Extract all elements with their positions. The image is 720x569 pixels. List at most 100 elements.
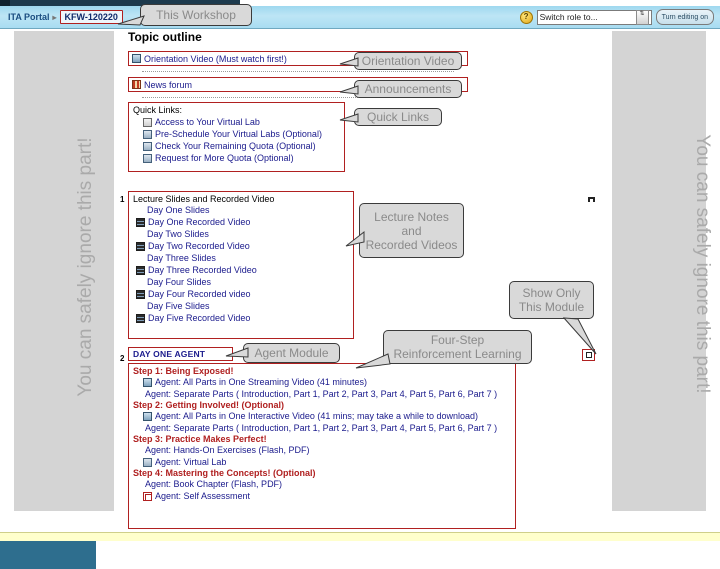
quick-link-label[interactable]: Pre-Schedule Your Virtual Labs (Optional… [155,128,322,140]
step-item[interactable]: Agent: Separate Parts ( Introduction, Pa… [133,422,515,434]
lecture-item-label[interactable]: Day One Slides [147,204,210,216]
section-2-heading-box: DAY ONE AGENT [128,347,233,361]
callout-four-step: Four-Step Reinforcement Learning [383,330,532,364]
callout-tail-quick-links [338,112,360,126]
lecture-item-label[interactable]: Day Five Slides [147,300,210,312]
callout-tail-this-workshop [106,14,146,28]
step-item[interactable]: Agent: Book Chapter (Flash, PDF) [133,478,515,490]
callout-announcements: Announcements [354,80,462,98]
step-item[interactable]: Agent: Separate Parts ( Introduction, Pa… [133,388,515,400]
step-item-label[interactable]: Agent: Separate Parts ( Introduction, Pa… [145,422,497,434]
step-item[interactable]: Agent: Virtual Lab [133,456,515,468]
step-item[interactable]: Agent: Self Assessment [133,490,515,502]
step-item-label[interactable]: Agent: Virtual Lab [155,456,226,468]
lecture-item-label[interactable]: Day Four Slides [147,276,211,288]
lecture-item[interactable]: Day Five Slides [133,300,353,312]
step-item-label[interactable]: Agent: Book Chapter (Flash, PDF) [145,478,282,490]
quick-link-label[interactable]: Request for More Quota (Optional) [155,152,294,164]
left-sidebar-region: You can safely ignore this part! [14,31,114,511]
callout-tail-show-only-module [560,316,600,358]
virtual-lab-icon [143,457,152,467]
callout-lecture-notes-line1: Lecture Notes [374,209,449,224]
lecture-item[interactable]: Day Two Recorded Video [133,240,353,252]
lecture-item-label[interactable]: Day Three Slides [147,252,216,264]
lecture-item-label[interactable]: Day Two Slides [147,228,209,240]
right-sidebar-region: You can safely ignore this part! [612,31,713,511]
lecture-item[interactable]: Day One Slides [133,204,353,216]
step-title: Step 2: Getting Involved! (Optional) [133,400,285,410]
lecture-item[interactable]: Day Four Slides [133,276,353,288]
switch-role-select[interactable]: Switch role to... ⇅ [536,9,652,25]
step-title: Step 4: Mastering the Concepts! (Optiona… [133,468,316,478]
step-item-label[interactable]: Agent: Self Assessment [155,490,250,502]
footer-left-accent [0,541,96,569]
quick-link-label[interactable]: Check Your Remaining Quota (Optional) [155,140,316,152]
video-icon [143,411,152,421]
step-item-label[interactable]: Agent: All Parts in One Interactive Vide… [155,410,478,422]
quiz-icon [143,491,152,501]
callout-show-only-line2: This Module [518,300,585,314]
callout-show-only-module: Show Only This Module [509,281,594,319]
recorded-video-icon [136,241,145,251]
show-only-module-toggle-section-1[interactable] [585,193,598,205]
step-item[interactable]: Agent: All Parts in One Interactive Vide… [133,410,515,422]
help-icon[interactable]: ? [519,10,533,24]
page-title: Topic outline [128,30,202,44]
recorded-video-icon [136,265,145,275]
recorded-video-icon [136,313,145,323]
lecture-item[interactable]: Day Four Recorded video [133,288,353,300]
lecture-item-label[interactable]: Day Three Recorded Video [148,264,257,276]
video-icon [132,54,141,63]
callout-tail-announcements [338,84,360,98]
quick-link-item[interactable]: Pre-Schedule Your Virtual Labs (Optional… [133,128,344,140]
switch-role-value: Switch role to... [539,12,598,22]
lecture-item[interactable]: Day Three Recorded Video [133,264,353,276]
resource-icon [143,129,152,139]
callout-show-only-line1: Show Only [522,286,581,300]
video-icon [143,377,152,387]
callout-tail-orientation-video [338,56,360,70]
section-1-number: 1 [120,195,125,204]
lecture-item-label[interactable]: Day Four Recorded video [148,288,251,300]
chevron-updown-icon[interactable]: ⇅ [635,9,649,25]
callout-lecture-notes-line2: and [401,223,422,238]
callout-four-step-line2: Reinforcement Learning [393,347,522,361]
lecture-item-label[interactable]: Day One Recorded Video [148,216,250,228]
breadcrumb-item-portal[interactable]: ITA Portal [8,12,50,22]
callout-four-step-line1: Four-Step [430,333,485,347]
orientation-video-link[interactable]: Orientation Video (Must watch first!) [144,53,287,65]
recorded-video-icon [136,289,145,299]
quick-link-item[interactable]: Check Your Remaining Quota (Optional) [133,140,344,152]
resource-icon [143,141,152,151]
recorded-video-icon [136,217,145,227]
callout-this-workshop: This Workshop [140,4,252,26]
section-1-heading: Lecture Slides and Recorded Video [133,194,275,204]
turn-editing-on-button[interactable]: Turn editing on [655,9,714,25]
lecture-item-label[interactable]: Day Two Recorded Video [148,240,250,252]
section-1-box: Lecture Slides and Recorded Video Day On… [128,191,354,339]
step-title: Step 1: Being Exposed! [133,366,234,376]
lecture-item[interactable]: Day Five Recorded Video [133,312,353,324]
step-item-label[interactable]: Agent: All Parts in One Streaming Video … [155,376,367,388]
step-item-label[interactable]: Agent: Hands-On Exercises (Flash, PDF) [145,444,310,456]
quick-link-item[interactable]: Access to Your Virtual Lab [133,116,344,128]
callout-orientation-video: Orientation Video [354,52,462,70]
callout-tail-four-step [354,352,394,374]
step-item[interactable]: Agent: Hands-On Exercises (Flash, PDF) [133,444,515,456]
lecture-item[interactable]: Day Two Slides [133,228,353,240]
header-actions: ? Switch role to... ⇅ Turn editing on [519,8,714,26]
news-forum-link[interactable]: News forum [144,79,192,91]
section-divider [142,71,454,72]
lecture-item-label[interactable]: Day Five Recorded Video [148,312,250,324]
quick-link-item[interactable]: Request for More Quota (Optional) [133,152,344,164]
quick-link-label[interactable]: Access to Your Virtual Lab [155,116,260,128]
step-item[interactable]: Agent: All Parts in One Streaming Video … [133,376,515,388]
quick-links-title: Quick Links: [133,105,183,115]
callout-quick-links: Quick Links [354,108,442,126]
callout-agent-module: Agent Module [243,343,340,363]
lecture-item[interactable]: Day Three Slides [133,252,353,264]
step-item-label[interactable]: Agent: Separate Parts ( Introduction, Pa… [145,388,497,400]
lecture-item[interactable]: Day One Recorded Video [133,216,353,228]
callout-tail-lecture-notes [344,230,366,252]
section-2-number: 2 [120,354,125,363]
